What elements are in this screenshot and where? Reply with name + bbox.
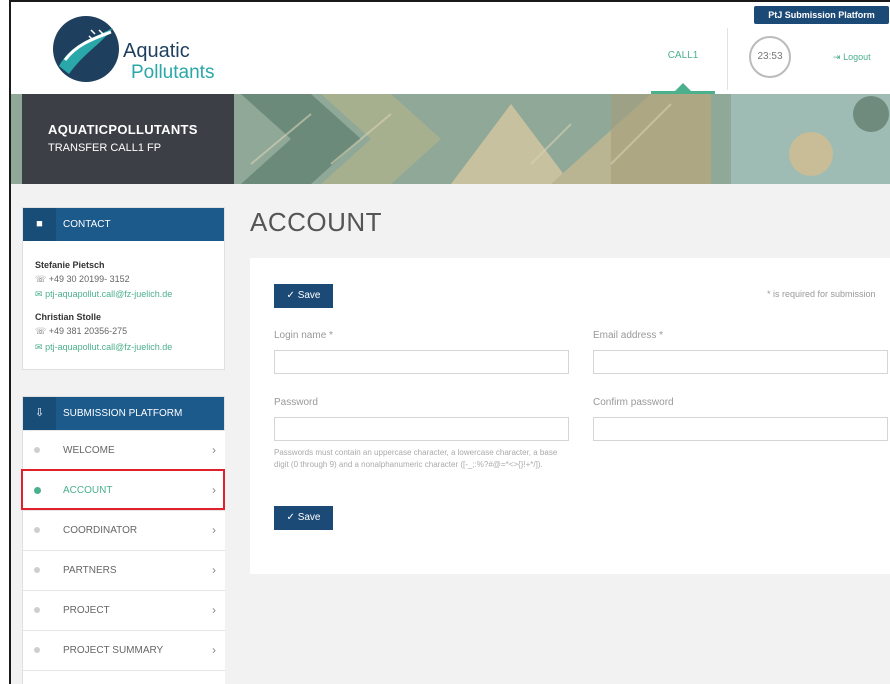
password-label: Password bbox=[274, 397, 318, 408]
contact-name: Stefanie Pietsch bbox=[35, 260, 105, 270]
chat-icon: ■ bbox=[23, 208, 56, 241]
check-icon: ✓ bbox=[286, 512, 295, 523]
sidebar-item-next[interactable] bbox=[23, 670, 225, 684]
check-icon: ✓ bbox=[286, 290, 295, 301]
sidebar-item-label: PROJECT bbox=[63, 605, 110, 616]
platform-tab[interactable]: PtJ Submission Platform bbox=[754, 6, 889, 24]
sidebar-item-project-summary[interactable]: PROJECT SUMMARY › bbox=[23, 630, 225, 670]
logo-text-pollutants: Pollutants bbox=[131, 62, 215, 83]
chevron-right-icon: › bbox=[212, 443, 216, 457]
required-note: * is required for submission bbox=[767, 289, 876, 299]
contact-card-header: ■ CONTACT bbox=[23, 208, 224, 241]
contact-email-address[interactable]: ptj-aquapollut.call@fz-juelich.de bbox=[45, 289, 172, 299]
save-button-top[interactable]: ✓ Save bbox=[274, 284, 333, 308]
site-logo[interactable]: Aquatic Pollutants bbox=[51, 12, 251, 84]
status-dot bbox=[34, 567, 40, 573]
contact-card: ■ CONTACT Stefanie Pietsch ☏ +49 30 2019… bbox=[22, 207, 225, 370]
email-label: Email address * bbox=[593, 330, 664, 341]
confirm-password-label: Confirm password bbox=[593, 397, 674, 408]
logout-icon: ⇥ bbox=[833, 52, 841, 62]
chevron-right-icon: › bbox=[212, 563, 216, 577]
session-timer: 23:53 bbox=[749, 36, 791, 78]
save-button-label: Save bbox=[297, 512, 321, 523]
sidebar-item-label: WELCOME bbox=[63, 445, 115, 456]
hero-banner: AQUATICPOLLUTANTS TRANSFER CALL1 FP bbox=[11, 94, 890, 184]
email-input[interactable] bbox=[593, 350, 888, 374]
password-hint: Passwords must contain an uppercase char… bbox=[274, 448, 558, 469]
contact-name: Christian Stolle bbox=[35, 312, 102, 322]
logout-link[interactable]: ⇥ Logout bbox=[833, 52, 871, 63]
confirm-password-input[interactable] bbox=[593, 417, 888, 441]
mail-icon: ✉ bbox=[35, 342, 43, 352]
status-dot bbox=[34, 447, 40, 453]
chevron-right-icon: › bbox=[212, 523, 216, 537]
nav-active-indicator bbox=[675, 83, 691, 91]
sidebar-item-project[interactable]: PROJECT › bbox=[23, 590, 225, 630]
banner-title: AQUATICPOLLUTANTS bbox=[48, 122, 198, 137]
contact-phone: ☏ +49 30 20199- 3152 bbox=[35, 274, 130, 285]
contact-heading: CONTACT bbox=[63, 219, 111, 230]
submission-nav: ⇩ SUBMISSION PLATFORM WELCOME › ACCOUNT … bbox=[22, 396, 225, 684]
save-button-bottom[interactable]: ✓ Save bbox=[274, 506, 333, 530]
login-name-label: Login name * bbox=[274, 330, 333, 341]
page-title: ACCOUNT bbox=[250, 207, 383, 237]
banner-label-box: AQUATICPOLLUTANTS TRANSFER CALL1 FP bbox=[22, 94, 234, 184]
submission-nav-header: ⇩ SUBMISSION PLATFORM bbox=[23, 397, 224, 430]
mail-icon: ✉ bbox=[35, 289, 43, 299]
nav-call1[interactable]: CALL1 bbox=[651, 2, 715, 94]
status-dot bbox=[34, 527, 40, 533]
account-form-panel bbox=[250, 258, 890, 574]
site-header: PtJ Submission Platform Aquatic Pollutan… bbox=[11, 2, 890, 94]
banner-subtitle: TRANSFER CALL1 FP bbox=[48, 142, 162, 154]
login-name-input[interactable] bbox=[274, 350, 569, 374]
password-input[interactable] bbox=[274, 417, 569, 441]
sidebar-item-label: PARTNERS bbox=[63, 565, 117, 576]
sidebar-item-partners[interactable]: PARTNERS › bbox=[23, 550, 225, 590]
sidebar-item-label: COORDINATOR bbox=[63, 525, 138, 536]
status-dot bbox=[34, 607, 40, 613]
contact-email-address[interactable]: ptj-aquapollut.call@fz-juelich.de bbox=[45, 342, 172, 352]
contact-email[interactable]: ✉ ptj-aquapollut.call@fz-juelich.de bbox=[35, 289, 172, 300]
phone-icon: ☏ bbox=[35, 326, 47, 336]
sidebar-item-label: PROJECT SUMMARY bbox=[63, 645, 164, 656]
contact-phone-number: +49 381 20356-275 bbox=[48, 326, 128, 336]
header-divider bbox=[727, 28, 728, 90]
sidebar-item-coordinator[interactable]: COORDINATOR › bbox=[23, 510, 225, 550]
aquatic-pollutants-logo-mark bbox=[53, 16, 119, 82]
contact-phone-number: +49 30 20199- 3152 bbox=[48, 274, 130, 284]
phone-icon: ☏ bbox=[35, 274, 47, 284]
sidebar-item-welcome[interactable]: WELCOME › bbox=[23, 430, 225, 470]
submission-heading: SUBMISSION PLATFORM bbox=[63, 408, 183, 419]
contact-email[interactable]: ✉ ptj-aquapollut.call@fz-juelich.de bbox=[35, 342, 172, 353]
download-icon: ⇩ bbox=[23, 397, 56, 430]
annotation-highlight-box bbox=[21, 469, 225, 510]
save-button-label: Save bbox=[297, 290, 321, 301]
status-dot bbox=[34, 647, 40, 653]
chevron-right-icon: › bbox=[212, 603, 216, 617]
logo-text-aquatic: Aquatic bbox=[123, 40, 190, 62]
logout-label: Logout bbox=[843, 52, 871, 62]
contact-phone: ☏ +49 381 20356-275 bbox=[35, 326, 127, 337]
chevron-right-icon: › bbox=[212, 643, 216, 657]
